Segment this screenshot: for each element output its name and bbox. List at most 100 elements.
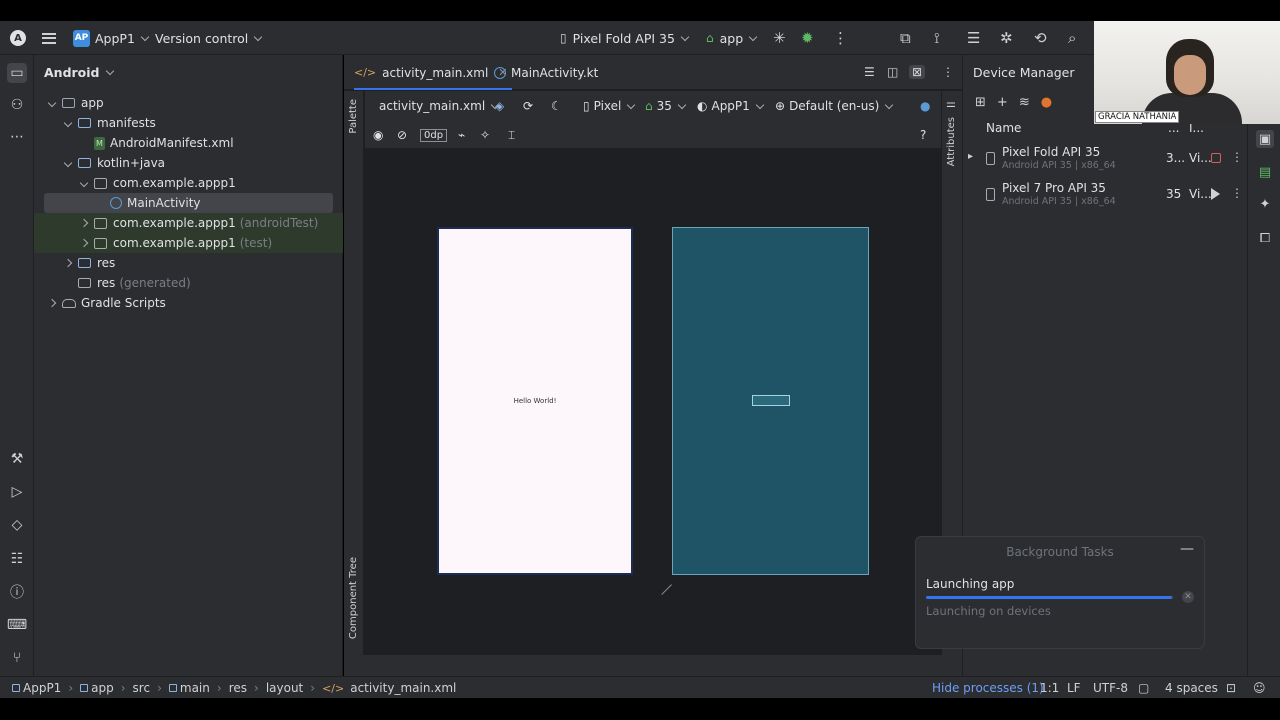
caret-position[interactable]: 1:1 <box>1040 677 1059 699</box>
device-preview-selector[interactable]: ▯ Pixel <box>583 91 636 121</box>
breadcrumb-item[interactable]: src <box>133 681 151 695</box>
help-button[interactable]: ? <box>920 121 926 149</box>
plugins-button[interactable]: ✲ <box>1000 21 1013 55</box>
attributes-tab[interactable]: Attributes <box>946 117 957 166</box>
device-mirror-button[interactable]: ⧉ <box>900 21 911 55</box>
problems-button[interactable]: ⓘ <box>7 582 27 602</box>
file-encoding[interactable]: UTF-8 <box>1093 677 1128 699</box>
cancel-task-button[interactable]: ✕ <box>1182 591 1194 603</box>
search-button[interactable]: ⌕ <box>1068 21 1076 55</box>
more-vertical-icon[interactable]: ⋮ <box>1231 150 1243 164</box>
minimize-button[interactable]: — <box>1180 541 1194 557</box>
split-view-button[interactable]: ◫ <box>887 65 898 79</box>
tree-node-mainactivity[interactable]: MainActivity <box>44 193 333 213</box>
start-device-button[interactable] <box>1211 188 1220 200</box>
tree-node-package-test[interactable]: com.example.appp1 (test) <box>34 233 343 253</box>
night-mode-button[interactable]: ☾ <box>551 91 562 121</box>
component-tree-tab[interactable]: Component Tree <box>348 557 359 639</box>
palette-tab[interactable]: Palette <box>348 99 359 134</box>
tree-node-kotlin-java[interactable]: kotlin+java <box>34 153 343 173</box>
design-canvas[interactable]: Hello World! <box>365 150 941 655</box>
breadcrumb-item[interactable]: app <box>91 681 114 695</box>
gemini-button[interactable]: ✦ <box>1256 195 1274 213</box>
resource-manager-button[interactable]: ⚇ <box>7 95 27 115</box>
run-tool-button[interactable]: ▷ <box>7 482 27 502</box>
more-tools-button[interactable]: ⋯ <box>7 127 27 147</box>
indent-setting[interactable]: 4 spaces <box>1165 677 1218 699</box>
breadcrumb-item[interactable]: layout <box>266 681 303 695</box>
more-actions-button[interactable]: ⋮ <box>833 21 848 55</box>
device-group-icon[interactable]: ⊞ <box>975 95 986 110</box>
orientation-button[interactable]: ⟳ <box>523 91 533 121</box>
hello-world-textview[interactable]: Hello World! <box>439 397 631 405</box>
blueprint-preview[interactable] <box>672 227 869 575</box>
device-selector[interactable]: ▯ Pixel Fold API 35 <box>560 21 690 55</box>
git-button[interactable]: ⑂ <box>7 648 27 668</box>
autoconnect-button[interactable]: ⊘ <box>397 121 407 149</box>
gradle-sync-button[interactable]: ⟲ <box>1034 21 1047 55</box>
design-view-button[interactable]: ⊠ <box>909 65 926 79</box>
breadcrumb-item[interactable]: main <box>180 681 210 695</box>
translate-button[interactable]: ⟟ <box>934 21 940 55</box>
debug-button[interactable]: ✹ <box>801 21 814 55</box>
breadcrumb-item[interactable]: activity_main.xml <box>350 681 456 695</box>
tree-node-app[interactable]: app <box>34 93 343 113</box>
logcat-button[interactable]: ☷ <box>7 549 27 569</box>
design-surface-button[interactable]: ◈ <box>495 91 504 121</box>
default-margin-button[interactable]: 0dp <box>420 121 448 149</box>
project-tool-button[interactable]: ▭ <box>7 63 27 83</box>
tree-node-package-androidtest[interactable]: com.example.appp1 (androidTest) <box>34 213 343 233</box>
tree-node-androidmanifest[interactable]: M AndroidManifest.xml <box>34 133 343 153</box>
tab-activity-main-xml[interactable]: </> activity_main.xml ✕ <box>354 55 512 90</box>
line-ending[interactable]: LF <box>1067 677 1081 699</box>
code-view-button[interactable]: ☰ <box>864 65 875 79</box>
tree-node-gradle-scripts[interactable]: Gradle Scripts <box>34 293 343 313</box>
tree-node-res[interactable]: res <box>34 253 343 273</box>
theme-selector[interactable]: ◐ AppP1 <box>697 91 765 121</box>
notifications-icon[interactable]: ☺ <box>1253 677 1266 699</box>
build-tool-button[interactable]: ⚒ <box>7 449 27 469</box>
lock-icon[interactable]: ⊡ <box>1226 677 1236 699</box>
column-header-name[interactable]: Name <box>986 121 1021 135</box>
horizontal-scrollbar[interactable] <box>344 655 962 676</box>
editor-more-icon[interactable]: ⋮ <box>942 65 954 79</box>
memory-indicator-icon[interactable]: ▢ <box>1138 677 1149 699</box>
clear-constraints-button[interactable]: ⌁ <box>458 121 465 149</box>
breadcrumb-item[interactable]: AppP1 <box>23 681 61 695</box>
android-studio-logo[interactable]: A <box>10 21 26 55</box>
design-preview[interactable]: Hello World! <box>437 227 633 575</box>
terminal-button[interactable]: ⌨ <box>7 615 27 635</box>
main-menu-button[interactable] <box>42 21 56 55</box>
view-options-button[interactable]: ◉ <box>373 121 383 149</box>
tree-node-res-generated[interactable]: res (generated) <box>34 273 343 293</box>
stop-device-button[interactable] <box>1211 153 1221 163</box>
hide-processes-link[interactable]: Hide processes (1) <box>932 677 1044 699</box>
run-config-selector[interactable]: ⌂ app <box>706 21 758 55</box>
app-quality-button[interactable]: ◇ <box>7 515 27 535</box>
breadcrumb-item[interactable]: res <box>229 681 247 695</box>
device-row[interactable]: Pixel 7 Pro API 35 Android API 35 | x86_… <box>963 179 1248 215</box>
locale-selector[interactable]: ⊕ Default (en-us) <box>775 91 894 121</box>
api-level-selector[interactable]: ⌂ 35 <box>645 91 687 121</box>
tab-mainactivity-kt[interactable]: MainActivity.kt <box>494 55 598 90</box>
version-control-menu[interactable]: Version control <box>155 21 263 55</box>
file-selector[interactable]: activity_main.xml <box>379 91 500 121</box>
device-row[interactable]: ▸ Pixel Fold API 35 Android API 35 | x86… <box>963 143 1248 179</box>
device-manager-tool-button[interactable]: ▣ <box>1256 130 1274 148</box>
attributes-icon[interactable]: ⚌ <box>946 97 956 110</box>
project-selector[interactable]: AP AppP1 <box>73 21 150 55</box>
guidelines-button[interactable]: ⌶ <box>508 121 515 149</box>
issues-button[interactable]: ● <box>920 91 930 121</box>
tree-node-package-main[interactable]: com.example.appp1 <box>34 173 343 193</box>
infer-constraints-button[interactable]: ✧ <box>480 121 490 149</box>
wifi-pair-icon[interactable]: ≋ <box>1019 95 1030 110</box>
tree-node-manifests[interactable]: manifests <box>34 113 343 133</box>
add-device-icon[interactable]: + <box>997 95 1008 110</box>
resize-handle[interactable] <box>652 575 672 595</box>
project-view-selector[interactable]: Android <box>44 65 114 80</box>
sdk-manager-button[interactable]: ☰ <box>967 21 980 55</box>
blueprint-textview-outline[interactable] <box>752 395 790 406</box>
running-devices-button[interactable]: ▤ <box>1256 163 1274 181</box>
firebase-icon[interactable]: ● <box>1041 95 1052 110</box>
more-vertical-icon[interactable]: ⋮ <box>1231 186 1243 200</box>
